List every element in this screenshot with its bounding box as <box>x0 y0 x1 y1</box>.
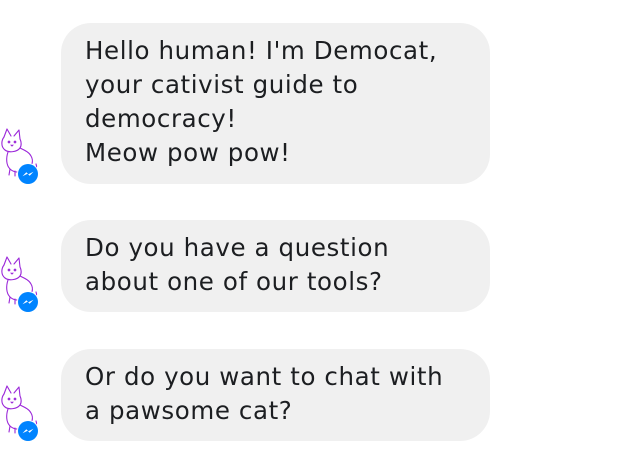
messenger-icon <box>18 164 38 184</box>
message-bubble[interactable]: Hello human! I'm Democat, your cativist … <box>61 23 490 184</box>
bot-avatar[interactable] <box>0 255 42 315</box>
messenger-badge <box>17 291 39 313</box>
message-bubble[interactable]: Do you have a question about one of our … <box>61 220 490 312</box>
bot-avatar[interactable] <box>0 127 42 187</box>
chat-thread: Hello human! I'm Democat, your cativist … <box>0 0 642 459</box>
bot-avatar[interactable] <box>0 384 42 444</box>
messenger-badge <box>17 420 39 442</box>
messenger-badge <box>17 163 39 185</box>
messenger-icon <box>18 421 38 441</box>
message-bubble[interactable]: Or do you want to chat with a pawsome ca… <box>61 349 490 441</box>
messenger-icon <box>18 292 38 312</box>
